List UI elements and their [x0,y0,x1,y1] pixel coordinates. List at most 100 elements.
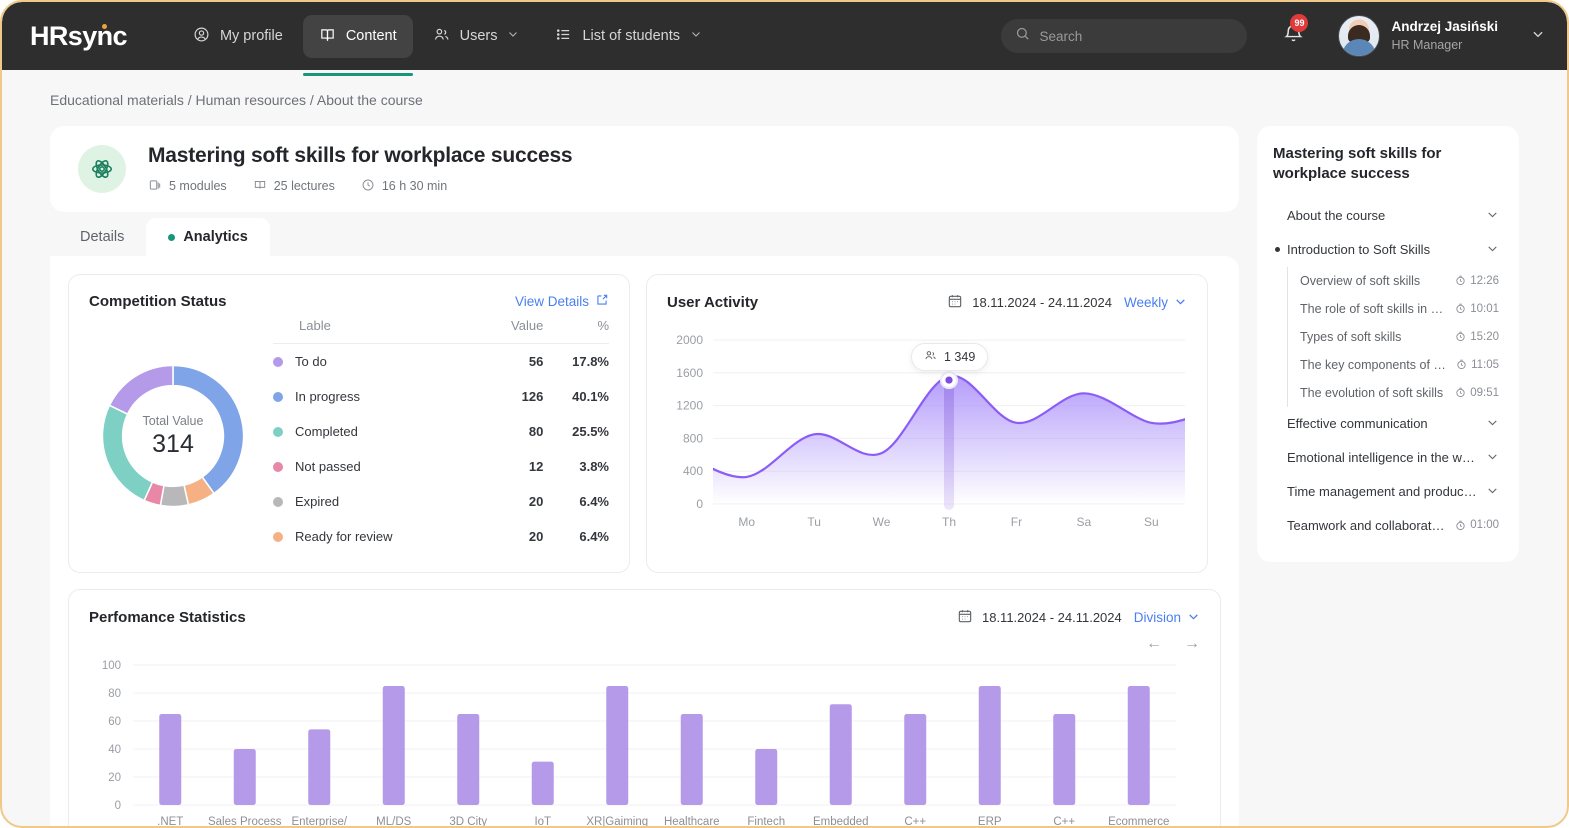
outline-section-2[interactable]: Effective communication [1273,407,1503,441]
chevron-down-icon[interactable] [1486,450,1499,466]
table-row: To do 56 17.8% [273,344,609,380]
breadcrumb[interactable]: Educational materials / Human resources … [2,70,1567,108]
table-row: Completed 80 25.5% [273,414,609,449]
performance-statistics-card: Perfomance Statistics 18.11.2024 - 24.11… [68,589,1221,828]
arrow-left-icon[interactable]: ← [1146,635,1162,653]
list-icon [555,26,572,47]
svg-text:Mo: Mo [738,515,755,529]
app-window: HRsync My profile Content Users List of … [0,0,1569,828]
svg-text:2000: 2000 [676,333,703,347]
meta-label: 25 lectures [273,179,335,193]
view-details-link[interactable]: View Details [515,293,609,310]
lesson-item-3[interactable]: The key components of soft sk… 11:05 [1288,351,1503,379]
svg-text:We: We [873,515,891,529]
notifications-button[interactable]: 99 [1283,14,1309,49]
outline-section-1[interactable]: Introduction to Soft Skills [1273,233,1503,267]
date-range-picker[interactable]: 18.11.2024 - 24.11.2024 [947,293,1112,312]
chart-tooltip: 1 349 [911,343,989,372]
svg-text:0: 0 [696,497,703,511]
meta-duration: 16 h 30 min [361,178,447,195]
chevron-down-icon[interactable] [1486,242,1499,258]
tooltip-value: 1 349 [944,350,976,365]
main-column: Mastering soft skills for workplace succ… [50,126,1239,828]
outline-section-4[interactable]: Time management and productivity [1273,475,1503,509]
search-box[interactable] [1001,19,1248,53]
nav-item-list-of-students[interactable]: List of students [539,15,718,58]
user-circle-icon [193,26,210,47]
meta-lectures: 25 lectures [253,178,335,195]
tab-details[interactable]: Details [58,218,146,256]
row-value: 56 [528,354,544,369]
chevron-down-icon [1187,610,1200,626]
lesson-item-2[interactable]: Types of soft skills 15:20 [1288,323,1503,351]
course-meta: 5 modules 25 lectures 16 h 30 min [148,178,572,195]
nav-label: List of students [582,28,681,44]
course-outline-title: Mastering soft skills for workplace succ… [1273,145,1442,183]
course-header-card: Mastering soft skills for workplace succ… [50,126,1239,212]
tab-label: Details [80,229,125,245]
competition-status-card: Competition Status View Details Total Va… [68,274,630,573]
lesson-item-0[interactable]: Overview of soft skills 12:26 [1288,267,1503,295]
svg-text:IoT: IoT [534,816,551,828]
calendar-icon [947,293,963,312]
outline-section-0[interactable]: About the course [1273,199,1503,233]
lesson-item-4[interactable]: The evolution of soft skills 09:51 [1288,379,1503,407]
chevron-down-icon[interactable] [1486,416,1499,432]
bar-chart-svg: 100806040200.NETSales Processand Analyti… [102,660,1176,828]
logo-text: HRsync [30,20,128,51]
svg-text:Fintech: Fintech [747,816,785,828]
app-logo[interactable]: HRsync [30,20,128,52]
nav-item-users[interactable]: Users [417,15,536,58]
total-value-label: Total Value [142,413,204,428]
top-charts-row: Competition Status View Details Total Va… [68,274,1221,573]
chevron-down-icon[interactable] [1531,27,1545,46]
legend-label: Ready for review [295,529,393,544]
table-row: Not passed 12 3.8% [273,449,609,484]
competition-status-table: Lable Value % To do 56 17.8% In progress 126… [273,318,609,554]
legend-color-dot [273,496,283,507]
row-percent: 17.8% [572,354,609,369]
arrow-right-icon[interactable]: → [1184,635,1200,653]
lesson-duration: 12:26 [1455,275,1499,287]
search-icon [1015,26,1030,46]
section-label: Teamwork and collaboration [1287,517,1448,533]
nav-item-my-profile[interactable]: My profile [177,15,299,58]
row-percent: 6.4% [579,529,609,544]
svg-text:800: 800 [683,431,703,445]
lesson-label: The key components of soft sk… [1300,357,1448,372]
chevron-down-icon [690,28,702,44]
search-input[interactable] [1039,28,1234,44]
outline-section-3[interactable]: Emotional intelligence in the wo… [1273,441,1503,475]
period-selector[interactable]: Weekly [1124,295,1187,311]
date-range-picker[interactable]: 18.11.2024 - 24.11.2024 [957,608,1122,627]
view-details-label: View Details [514,294,589,309]
tab-analytics[interactable]: Analytics [146,218,270,256]
page-title: Mastering soft skills for workplace succ… [148,143,573,167]
clock-icon [361,178,375,195]
chevron-down-icon [507,28,519,44]
svg-text:C++: C++ [904,816,926,828]
total-value-number: 314 [152,429,194,458]
lesson-duration: 11:05 [1456,359,1499,371]
course-outline-card: Mastering soft skills for workplace succ… [1257,126,1519,562]
grouping-selector[interactable]: Division [1134,610,1200,626]
section-label: Emotional intelligence in the wo… [1287,450,1478,465]
outline-section-5[interactable]: Teamwork and collaboration 01:00 [1273,509,1503,542]
user-profile-menu[interactable]: Andrzej Jasiński HR Manager [1338,15,1545,57]
lesson-list: Overview of soft skills 12:26 The role of … [1287,266,1503,407]
user-role: HR Manager [1391,37,1463,52]
nav-label: My profile [219,28,283,44]
svg-text:1200: 1200 [676,399,703,413]
chevron-down-icon[interactable] [1486,208,1499,224]
nav-label: Content [345,28,397,44]
table-body: To do 56 17.8% In progress 126 40.1% Completed… [273,344,609,555]
row-label: Ready for review [273,519,486,554]
lesson-label: The evolution of soft skills [1300,385,1444,400]
section-label: Time management and productivity [1287,484,1478,499]
nav-item-content[interactable]: Content [302,14,413,76]
lesson-duration: 15:20 [1455,331,1499,343]
svg-text:400: 400 [683,464,703,478]
legend-label: In progress [295,389,361,404]
lesson-item-1[interactable]: The role of soft skills in career… 10:01 [1288,295,1503,323]
chevron-down-icon[interactable] [1486,484,1499,500]
